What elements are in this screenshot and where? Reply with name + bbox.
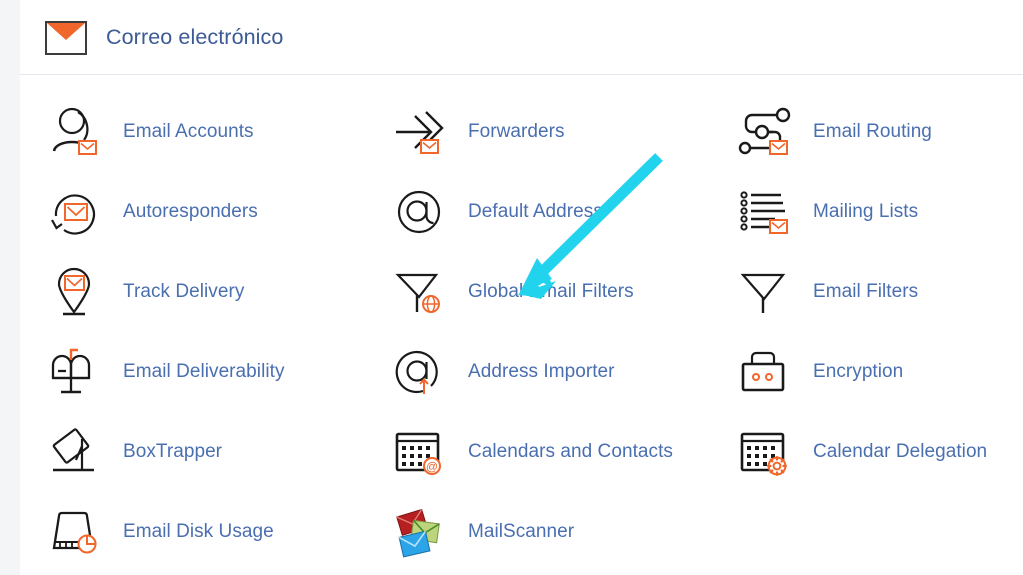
mailbox-flag-icon [45,343,107,401]
at-sign-circle-icon [390,183,452,241]
tool-label: Calendars and Contacts [468,441,673,462]
left-gutter [0,0,20,575]
tool-calendar-delegation[interactable]: Calendar Delegation [735,412,1023,492]
tool-label: Calendar Delegation [813,441,988,462]
box-trap-icon [45,423,107,481]
tool-label: Forwarders [468,121,565,142]
tool-boxtrapper[interactable]: BoxTrapper [45,412,390,492]
tool-address-importer[interactable]: Address Importer [390,332,735,412]
tool-label: Mailing Lists [813,201,919,222]
page-title: Correo electrónico [106,25,284,49]
circular-arrow-envelope-icon [45,183,107,241]
padlock-icon [735,343,797,401]
tool-email-deliverability[interactable]: Email Deliverability [45,332,390,412]
tool-track-delivery[interactable]: Track Delivery [45,252,390,332]
tools-grid: Email Accounts Forwarders Email Routing … [20,75,1023,575]
tool-email-filters[interactable]: Email Filters [735,252,1023,332]
list-lines-envelope-icon [735,183,797,241]
disk-pie-icon [45,503,107,561]
calendar-at-icon: @ [390,423,452,481]
tool-mailscanner[interactable]: MailScanner [390,492,735,572]
tool-global-email-filters[interactable]: Global Email Filters [390,252,735,332]
arrow-forward-envelope-icon [390,103,452,161]
tool-label: Email Routing [813,121,932,142]
email-tools-page: Correo electrónico Email Accounts Forwar… [0,0,1023,575]
page-header: Correo electrónico [20,0,1023,75]
tool-label: MailScanner [468,521,575,542]
tool-label: Track Delivery [123,281,245,302]
tool-label: Autoresponders [123,201,258,222]
funnel-icon [735,263,797,321]
routing-nodes-envelope-icon [735,103,797,161]
map-pin-envelope-icon [45,263,107,321]
tool-forwarders[interactable]: Forwarders [390,92,735,172]
svg-text:@: @ [426,460,438,474]
tool-autoresponders[interactable]: Autoresponders [45,172,390,252]
tool-label: Email Deliverability [123,361,285,382]
tool-email-disk-usage[interactable]: Email Disk Usage [45,492,390,572]
tool-label: Default Address [468,201,603,222]
tool-calendars-and-contacts[interactable]: @ Calendars and Contacts [390,412,735,492]
tool-label: Address Importer [468,361,615,382]
tool-label: Email Disk Usage [123,521,274,542]
calendar-gear-icon [735,423,797,481]
tool-label: Encryption [813,361,904,382]
tool-mailing-lists[interactable]: Mailing Lists [735,172,1023,252]
tool-default-address[interactable]: Default Address [390,172,735,252]
funnel-globe-icon [390,263,452,321]
tool-encryption[interactable]: Encryption [735,332,1023,412]
tool-email-routing[interactable]: Email Routing [735,92,1023,172]
envelope-icon [45,20,87,55]
tool-email-accounts[interactable]: Email Accounts [45,92,390,172]
tool-label: Email Accounts [123,121,254,142]
tool-label: BoxTrapper [123,441,223,462]
user-envelope-icon [45,103,107,161]
tool-label: Email Filters [813,281,919,302]
stacked-envelopes-color-icon [390,503,452,561]
tool-label: Global Email Filters [468,281,634,302]
at-sign-upload-icon [390,343,452,401]
